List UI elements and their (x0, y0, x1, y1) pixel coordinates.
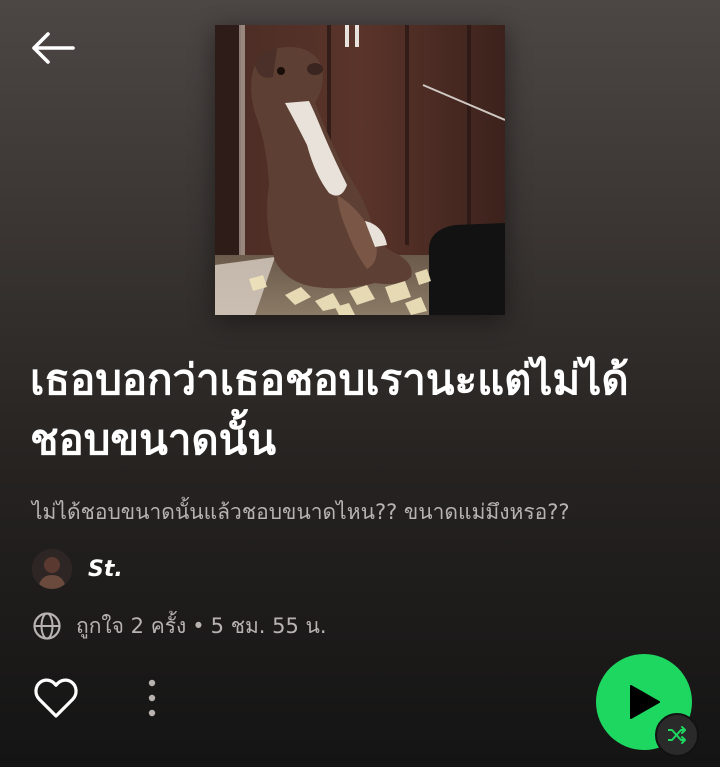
playlist-title: เธอบอกว่าเธอชอบเรานะแต่ไม่ได้ชอบขนาดนั้น (30, 355, 629, 464)
avatar[interactable] (32, 549, 72, 589)
playlist-owner[interactable]: St. (32, 549, 123, 589)
heart-outline-icon (34, 678, 78, 718)
more-options-button[interactable] (136, 674, 168, 722)
meta-separator: • (192, 614, 205, 638)
playlist-meta: ถูกใจ 2 ครั้ง • 5 ชม. 55 น. (32, 609, 327, 643)
total-duration: 5 ชม. 55 น. (210, 613, 327, 638)
shuffle-button[interactable] (655, 713, 699, 757)
playlist-description: ไม่ได้ชอบขนาดนั้นแล้วชอบขนาดไหน?? ขนาดแม… (32, 500, 570, 524)
more-vertical-icon (148, 679, 156, 717)
globe-icon (32, 611, 62, 641)
playlist-cover-image (215, 25, 505, 315)
like-button[interactable] (32, 674, 80, 722)
play-icon (630, 685, 660, 719)
owner-name[interactable]: St. (88, 557, 123, 582)
shuffle-icon (668, 726, 686, 744)
back-button[interactable] (26, 26, 78, 70)
arrow-left-icon (32, 32, 75, 64)
likes-count: ถูกใจ 2 ครั้ง (76, 613, 187, 638)
